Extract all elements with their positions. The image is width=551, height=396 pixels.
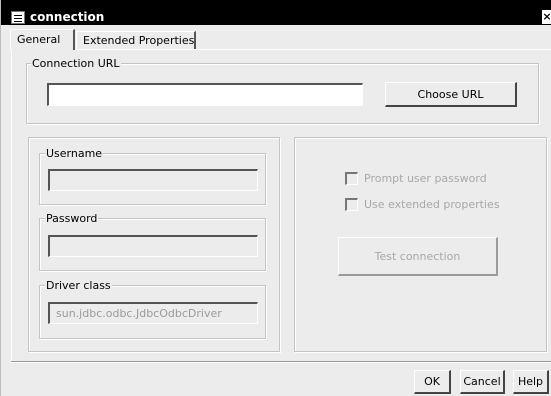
test-connection-button[interactable]: Test connection [338,237,498,276]
use-extended-label: Use extended properties [364,198,500,211]
driver-class-input[interactable] [48,302,258,324]
ok-button[interactable]: OK [414,370,451,394]
close-icon[interactable]: × [542,10,551,24]
window-list-icon [11,11,25,24]
tab-extended-properties[interactable]: Extended Properties [76,31,196,49]
cancel-button[interactable]: Cancel [460,370,505,394]
driver-class-legend: Driver class [45,279,112,292]
choose-url-button[interactable]: Choose URL [385,82,517,107]
window-title: connection [30,10,105,24]
tab-general[interactable]: General [10,29,75,50]
connection-url-input[interactable] [47,83,363,106]
use-extended-checkbox[interactable] [345,198,358,211]
help-button[interactable]: Help [513,370,549,394]
username-legend: Username [45,147,104,160]
password-input[interactable] [48,235,258,257]
prompt-password-checkbox[interactable] [345,172,358,185]
connection-dialog: connection × General Extended Properties… [0,0,551,396]
username-input[interactable] [48,169,258,191]
prompt-password-label: Prompt user password [364,172,487,185]
connection-url-legend: Connection URL [31,57,121,70]
password-legend: Password [45,212,99,225]
title-bar[interactable]: connection × [1,0,551,25]
